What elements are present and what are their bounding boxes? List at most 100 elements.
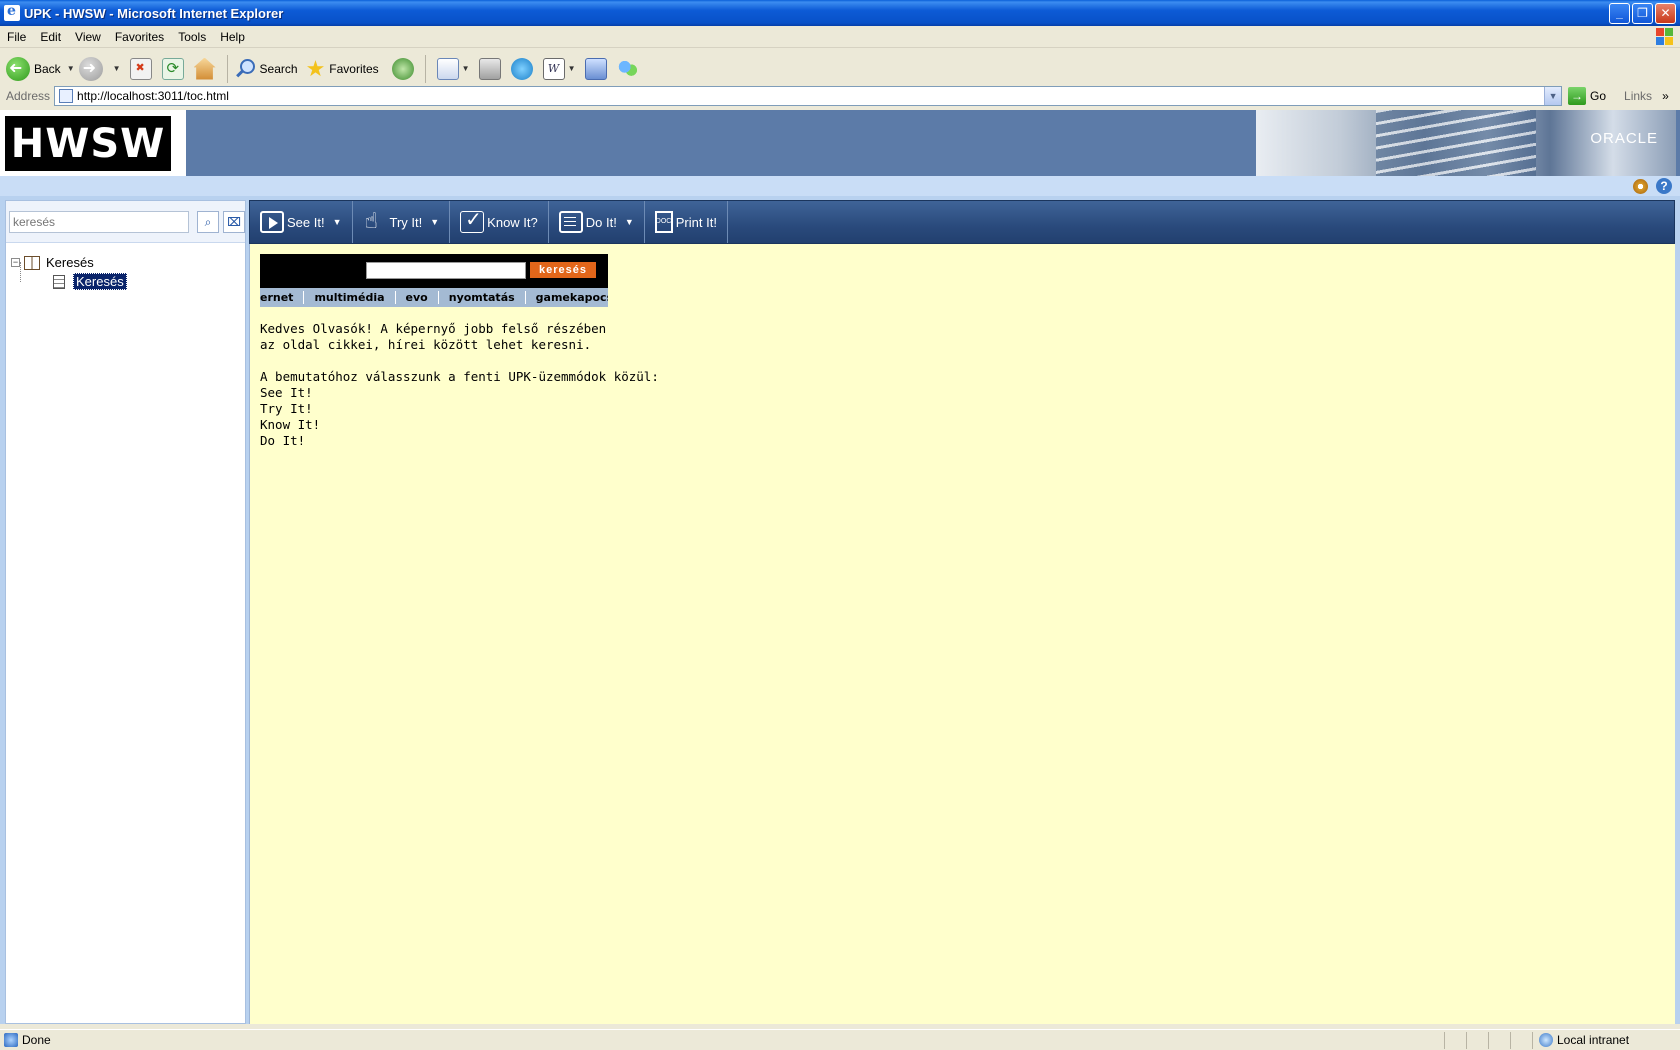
tree-connector xyxy=(20,262,21,282)
outline-search-input[interactable] xyxy=(9,211,189,233)
address-label: Address xyxy=(6,89,51,103)
home-icon[interactable] xyxy=(193,57,216,80)
address-bar: Address http://localhost:3011/toc.html ▼… xyxy=(0,84,1680,108)
site-search-input[interactable] xyxy=(366,262,526,279)
mail-icon[interactable] xyxy=(436,57,459,80)
do-it-button[interactable]: Do It! ▼ xyxy=(549,201,645,243)
content-pane: See It! ▼ Try It! ▼ Know It? Do It! ▼ xyxy=(249,200,1675,1024)
tree-child-label[interactable]: Keresés xyxy=(73,273,127,290)
mail-dropdown-icon[interactable]: ▼ xyxy=(462,64,470,73)
tree-item-root[interactable]: − Keresés xyxy=(11,253,127,282)
print-icon[interactable] xyxy=(478,57,501,80)
mode-toolbar: See It! ▼ Try It! ▼ Know It? Do It! ▼ xyxy=(249,200,1675,244)
restore-button[interactable]: ❐ xyxy=(1632,2,1653,24)
messenger-icon[interactable] xyxy=(616,57,639,80)
site-nav-item[interactable]: evo xyxy=(396,291,439,304)
menu-help[interactable]: Help xyxy=(213,30,252,44)
clear-search-icon[interactable]: ⌧ xyxy=(223,211,245,233)
oracle-building-photo: ORACLE xyxy=(1256,110,1676,176)
forward-button[interactable] xyxy=(78,56,107,81)
site-nav-item[interactable]: ernet xyxy=(260,291,305,304)
site-search-button[interactable]: keresés xyxy=(530,262,596,278)
internet-explorer-icon xyxy=(4,3,20,21)
skype-icon[interactable] xyxy=(510,57,533,80)
print-it-button[interactable]: Print It! xyxy=(645,201,728,243)
doc-icon xyxy=(654,211,673,233)
play-icon xyxy=(260,211,284,233)
do-it-label: Do It! xyxy=(585,214,617,230)
search-label: Search xyxy=(259,61,298,76)
toolbar-separator xyxy=(424,54,426,83)
gear-icon[interactable] xyxy=(1633,179,1648,194)
know-it-label: Know It? xyxy=(487,214,538,230)
minimize-button[interactable]: _ xyxy=(1609,2,1630,24)
address-dropdown-icon[interactable]: ▼ xyxy=(1544,87,1562,105)
edit-dropdown-icon[interactable]: ▼ xyxy=(568,64,576,73)
address-url[interactable]: http://localhost:3011/toc.html xyxy=(77,89,1544,103)
intro-line: az oldal cikkei, hírei között lehet kere… xyxy=(260,337,592,352)
help-icon[interactable]: ? xyxy=(1656,178,1672,194)
hwsw-logo: HWSW xyxy=(5,116,171,171)
search-button[interactable]: Search xyxy=(234,58,298,80)
forward-dropdown-icon[interactable]: ▼ xyxy=(113,64,121,73)
back-dropdown-icon[interactable]: ▼ xyxy=(67,64,75,73)
toolbar-separator xyxy=(226,54,228,83)
menu-file[interactable]: File xyxy=(0,30,33,44)
research-icon[interactable] xyxy=(584,57,607,80)
site-nav-item[interactable]: nyomtatás xyxy=(439,291,526,304)
intro-line: Try It! xyxy=(260,401,313,416)
go-label: Go xyxy=(1590,89,1607,103)
globe-icon xyxy=(1539,1033,1553,1047)
intro-line: A bemutatóhoz válasszunk a fenti UPK-üze… xyxy=(260,369,659,384)
windows-logo-icon xyxy=(1656,28,1674,46)
intro-line: See It! xyxy=(260,385,313,400)
favorites-button[interactable]: ★ Favorites xyxy=(306,56,379,82)
window-titlebar: UPK - HWSW - Microsoft Internet Explorer… xyxy=(0,0,1680,26)
site-nav-item[interactable]: gamekapocs xyxy=(526,291,608,304)
know-it-button[interactable]: Know It? xyxy=(450,201,549,243)
back-button[interactable]: Back xyxy=(6,56,61,81)
close-button[interactable]: ✕ xyxy=(1655,2,1676,24)
site-header-screenshot: keresés ernet multimédia evo nyomtatás g… xyxy=(260,254,608,307)
outline-pane: ⌕ ⌧ − Keresés Keresés xyxy=(5,200,246,1024)
magnifier-icon[interactable]: ⌕ xyxy=(197,211,219,233)
zone-label: Local intranet xyxy=(1557,1033,1630,1047)
stop-icon[interactable] xyxy=(129,57,152,80)
tree-item-child[interactable]: Keresés xyxy=(53,272,127,291)
go-button[interactable]: → Go xyxy=(1568,87,1606,105)
chevron-right-icon[interactable]: » xyxy=(1662,89,1669,103)
try-it-button[interactable]: Try It! ▼ xyxy=(353,201,451,243)
try-it-label: Try It! xyxy=(389,214,423,230)
checklist-icon xyxy=(460,207,485,233)
links-label[interactable]: Links xyxy=(1624,89,1652,103)
back-label: Back xyxy=(34,61,61,76)
print-it-label: Print It! xyxy=(675,214,717,230)
status-bar: Done Local intranet xyxy=(0,1029,1680,1050)
menu-edit[interactable]: Edit xyxy=(33,30,68,44)
try-it-dropdown-icon[interactable]: ▼ xyxy=(430,217,439,227)
see-it-button[interactable]: See It! ▼ xyxy=(250,201,353,243)
status-text: Done xyxy=(22,1033,51,1047)
do-it-dropdown-icon[interactable]: ▼ xyxy=(625,217,634,227)
site-nav-item[interactable]: multimédia xyxy=(304,291,396,304)
utility-bar: ? xyxy=(0,176,1680,196)
word-icon[interactable]: W xyxy=(542,57,565,80)
topic-content: keresés ernet multimédia evo nyomtatás g… xyxy=(249,244,1675,1024)
star-icon: ★ xyxy=(305,55,326,81)
see-it-dropdown-icon[interactable]: ▼ xyxy=(333,217,342,227)
security-zone[interactable]: Local intranet xyxy=(1532,1031,1680,1049)
tree-root-label[interactable]: Keresés xyxy=(46,255,94,270)
favorites-label: Favorites xyxy=(329,61,379,76)
menu-tools[interactable]: Tools xyxy=(171,30,213,44)
menu-favorites[interactable]: Favorites xyxy=(108,30,171,44)
book-icon xyxy=(24,255,40,270)
address-field[interactable]: http://localhost:3011/toc.html ▼ xyxy=(54,86,1563,106)
menu-bar: File Edit View Favorites Tools Help xyxy=(0,26,1680,48)
collapse-icon[interactable]: − xyxy=(11,258,20,267)
history-icon[interactable] xyxy=(391,57,414,80)
outline-tree: − Keresés Keresés xyxy=(11,253,127,291)
page-done-icon xyxy=(4,1033,18,1047)
refresh-icon[interactable] xyxy=(161,57,184,80)
menu-view[interactable]: View xyxy=(68,30,108,44)
oracle-logo: ORACLE xyxy=(1590,130,1658,147)
